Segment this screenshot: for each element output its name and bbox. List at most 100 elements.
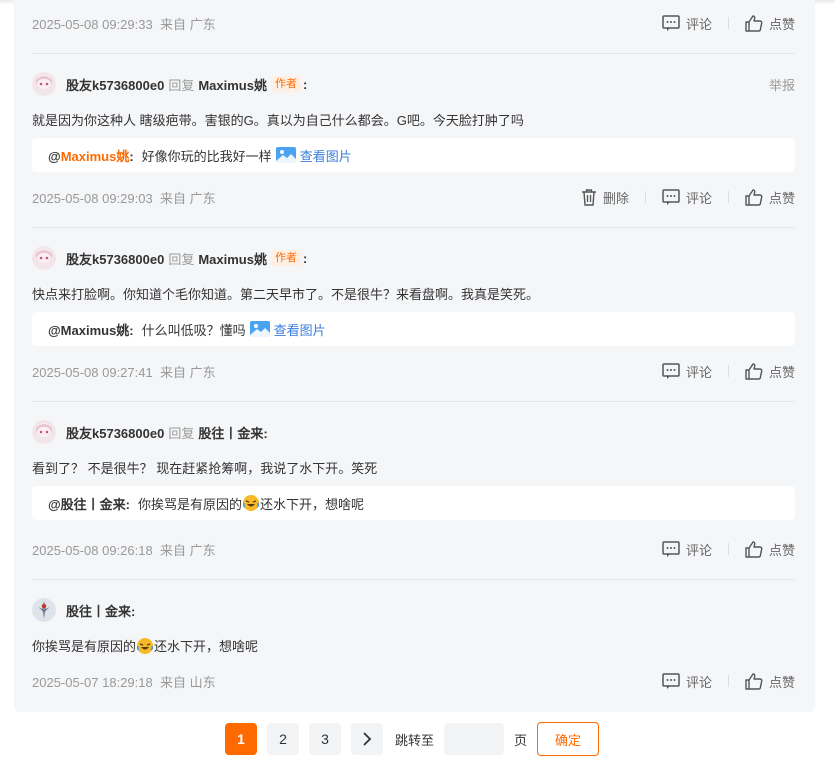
view-image-link[interactable]: 查看图片	[249, 320, 326, 339]
comment-actions: 评论 点赞	[662, 362, 795, 381]
comment-timestamp: 2025-05-08 09:26:18	[32, 542, 153, 558]
confirm-jump-button[interactable]: 确定	[537, 722, 600, 756]
avatar[interactable]	[32, 598, 56, 622]
comment-time: 2025-05-08 09:26:18 来自 广东	[32, 540, 216, 559]
avatar[interactable]	[32, 72, 56, 96]
quote-colon: :	[129, 148, 134, 164]
comment-location: 来自 广东	[159, 190, 216, 206]
comment-button-label: 评论	[685, 16, 712, 32]
comment-button[interactable]: 评论	[662, 14, 712, 33]
action-divider	[727, 675, 729, 687]
comment-time: 2025-05-07 18:29:18 来自 山东	[32, 672, 216, 691]
comment-footer: 2025-05-07 18:29:18 来自 山东 评论 点赞	[32, 671, 795, 691]
action-divider	[727, 191, 729, 203]
comment-button[interactable]: 评论	[662, 672, 712, 691]
reply-target-username[interactable]: 股往丨金来:	[198, 423, 267, 442]
comment-button[interactable]: 评论	[662, 362, 712, 381]
comment-text: 就是因为你这种人 瞎级疤带。害银的G。真以为自己什么都会。G吧。今天脸打肿了吗	[32, 113, 524, 128]
author-badge: 作者	[270, 250, 301, 266]
reply-word: 回复	[168, 251, 195, 267]
image-icon	[275, 147, 296, 163]
comment-icon	[662, 540, 680, 557]
comment-icon	[662, 14, 680, 31]
like-button-label: 点赞	[768, 674, 795, 690]
thumbs-up-icon	[745, 188, 763, 206]
reply-target-username[interactable]: Maximus姚	[198, 75, 267, 94]
comment-location: 来自 广东	[159, 364, 216, 380]
thumbs-up-icon	[745, 14, 763, 32]
comment-timestamp: 2025-05-08 09:27:41	[32, 364, 153, 380]
comment-text-part-continued: 还水下开，想啥呢	[154, 639, 259, 654]
comment-icon	[662, 672, 680, 689]
delete-button[interactable]: 删除	[581, 188, 629, 207]
page-1-button[interactable]: 1	[225, 723, 257, 755]
quoted-text: 你挨骂是有原因的	[138, 496, 243, 512]
quoted-text: 什么叫低吸？懂吗	[141, 322, 246, 338]
comment-footer: 2025-05-08 09:26:18 来自 广东 评论 点赞	[32, 539, 795, 559]
comment-text: 看到了？ 不是很牛？ 现在赶紧抢筹啊，我说了水下开。笑死	[32, 461, 378, 476]
comment-separator	[32, 579, 795, 580]
quoted-username[interactable]: @Maximus姚:	[48, 320, 134, 339]
avatar[interactable]	[32, 420, 56, 444]
comment-actions: 评论 点赞	[662, 540, 795, 559]
comment-time: 2025-05-08 09:27:41 来自 广东	[32, 362, 216, 381]
like-button[interactable]: 点赞	[745, 14, 795, 33]
comment-timestamp: 2025-05-08 09:29:33	[32, 16, 153, 32]
quote-at-sign: @	[48, 148, 61, 164]
comment-button-label: 评论	[685, 674, 712, 690]
quoted-username[interactable]: @股往丨金来:	[48, 494, 130, 513]
view-image-link[interactable]: 查看图片	[275, 146, 352, 165]
quoted-username[interactable]: @Maximus姚:	[48, 146, 134, 165]
comment-header: 股友k5736800e0 回复 股往丨金来:	[32, 419, 795, 445]
image-icon	[249, 321, 270, 337]
thumbs-up-icon	[745, 540, 763, 558]
next-page-button[interactable]	[351, 723, 383, 755]
comment-time: 2025-05-08 09:29:33 来自 广东	[32, 14, 216, 33]
action-divider	[727, 17, 729, 29]
reply-word: 回复	[168, 425, 195, 441]
like-button[interactable]: 点赞	[745, 362, 795, 381]
like-button[interactable]: 点赞	[745, 672, 795, 691]
comment-icon	[662, 362, 680, 379]
like-button-label: 点赞	[768, 542, 795, 558]
laughing-crying-emoji-icon	[137, 638, 154, 654]
jump-page-input[interactable]	[444, 723, 505, 755]
avatar[interactable]	[32, 246, 56, 270]
comment-button[interactable]: 评论	[662, 540, 712, 559]
comment-footer: 2025-05-08 09:27:41 来自 广东 评论 点赞	[32, 361, 795, 381]
comment-username[interactable]: 股友k5736800e0	[66, 423, 164, 442]
thumbs-up-icon	[745, 362, 763, 380]
like-button[interactable]: 点赞	[745, 540, 795, 559]
like-button[interactable]: 点赞	[745, 188, 795, 207]
comment-location: 来自 广东	[159, 542, 216, 558]
comment-button-label: 评论	[685, 542, 712, 558]
quoted-text: 好像你玩的比我好一样	[141, 148, 272, 164]
page-2-button[interactable]: 2	[267, 723, 299, 755]
comment-username[interactable]: 股友k5736800e0	[66, 249, 164, 268]
view-image-label: 查看图片	[299, 148, 352, 164]
page-unit-label: 页	[514, 732, 528, 748]
page-3-button[interactable]: 3	[309, 723, 341, 755]
comment-button[interactable]: 评论	[662, 188, 712, 207]
comment-separator	[32, 53, 795, 54]
comment-actions: 评论 点赞	[662, 672, 795, 691]
comment-text-part: 你挨骂是有原因的	[32, 639, 137, 654]
comment-text: 快点来打脸啊。你知道个毛你知道。第二天早市了。不是很牛？来看盘啊。我真是笑死。	[32, 287, 540, 302]
header-colon: :	[302, 76, 308, 92]
laughing-crying-emoji-icon	[243, 495, 260, 511]
comment-timestamp: 2025-05-08 09:29:03	[32, 190, 153, 206]
quoted-comment: @股往丨金来: 你挨骂是有原因的 还水下开，想啥呢	[32, 486, 795, 520]
quoted-name-highlight: Maximus姚	[60, 148, 130, 164]
comment-header: 股友k5736800e0 回复 Maximus姚 作者 :	[32, 245, 795, 271]
comment-icon	[662, 188, 680, 205]
pagination: 1 2 3 跳转至 页 确定	[225, 722, 600, 756]
comment-location: 来自 广东	[159, 16, 216, 32]
comment-username[interactable]: 股友k5736800e0	[66, 75, 164, 94]
reply-target-username[interactable]: Maximus姚	[198, 249, 267, 268]
comment-text: 你挨骂是有原因的 还水下开，想啥呢	[32, 636, 258, 655]
comment-list-panel: 2025-05-08 09:29:33 来自 广东 评论 点赞 股友k57368…	[14, 0, 815, 712]
action-divider	[727, 543, 729, 555]
report-button[interactable]: 举报	[769, 75, 795, 94]
like-button-label: 点赞	[768, 364, 795, 380]
comment-username[interactable]: 股往丨金来:	[66, 601, 135, 620]
